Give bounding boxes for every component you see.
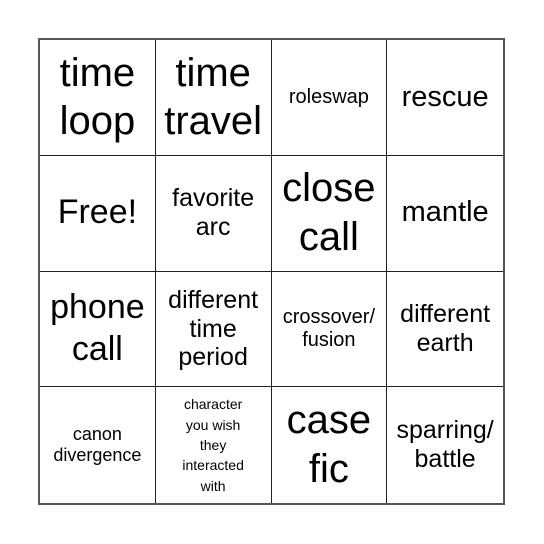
- bingo-cell[interactable]: phone call: [40, 271, 156, 388]
- bingo-cell[interactable]: canon divergence: [40, 387, 156, 503]
- bingo-cell[interactable]: time loop: [40, 40, 156, 156]
- bingo-cell-label: different earth: [400, 300, 491, 357]
- bingo-cell-label: time loop: [59, 50, 136, 144]
- bingo-cell[interactable]: mantle: [387, 156, 503, 272]
- bingo-cell-label: time travel: [164, 50, 263, 144]
- bingo-cell-label: different time period: [168, 285, 259, 372]
- bingo-cell[interactable]: crossover/ fusion: [271, 271, 388, 388]
- bingo-cell[interactable]: time travel: [155, 40, 272, 156]
- bingo-cell[interactable]: close call: [271, 155, 388, 272]
- bingo-cell-label: close call: [282, 166, 376, 260]
- bingo-cell-label: case fic: [286, 398, 372, 492]
- bingo-cell[interactable]: different earth: [387, 272, 503, 388]
- bingo-cell-label: rescue: [401, 80, 489, 113]
- bingo-cell[interactable]: rescue: [387, 40, 503, 156]
- bingo-cell-label: mantle: [401, 196, 489, 229]
- bingo-cell[interactable]: different time period: [155, 271, 272, 388]
- bingo-cell-label: canon divergence: [53, 424, 142, 466]
- bingo-card: time loop time travel roleswap rescue Free! f…: [38, 38, 505, 505]
- bingo-cell[interactable]: character you wish they interacted with: [156, 387, 272, 503]
- bingo-cell-label: Free!: [57, 193, 138, 232]
- bingo-cell-label: character you wish they interacted with: [182, 396, 244, 494]
- bingo-cell-free[interactable]: Free!: [40, 155, 156, 272]
- bingo-cell-label: sparring/ battle: [396, 416, 494, 474]
- bingo-cell-label: favorite arc: [172, 184, 255, 242]
- bingo-cell[interactable]: sparring/ battle: [387, 387, 503, 503]
- bingo-cell-label: crossover/ fusion: [282, 305, 375, 351]
- bingo-cell-label: roleswap: [288, 85, 369, 108]
- bingo-cell-label: phone call: [50, 288, 145, 368]
- bingo-cell[interactable]: roleswap: [271, 40, 388, 156]
- bingo-cell[interactable]: case fic: [272, 387, 388, 503]
- bingo-cell[interactable]: favorite arc: [155, 155, 272, 272]
